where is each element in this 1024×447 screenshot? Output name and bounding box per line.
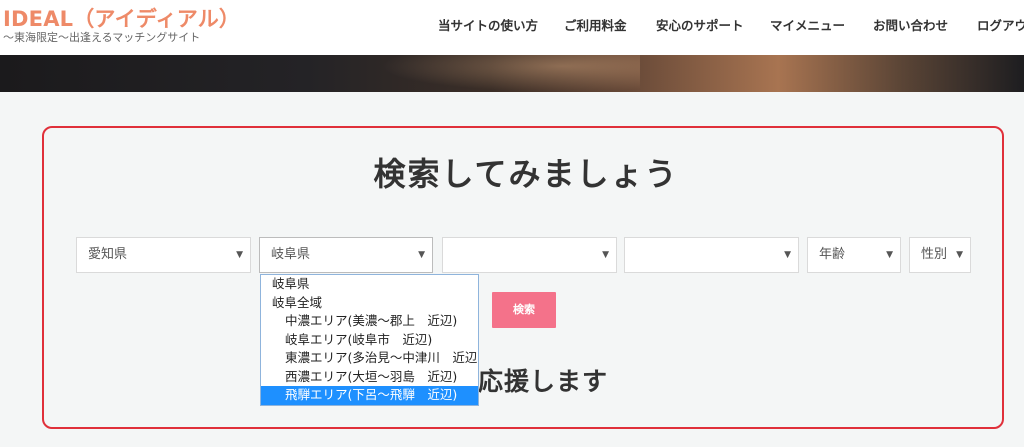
chevron-down-icon: ▼ (418, 250, 425, 260)
area-dropdown-list[interactable]: 岐阜県 岐阜全域 中濃エリア(美濃〜郡上 近辺) 岐阜エリア(岐阜市 近辺) 東… (260, 274, 479, 406)
chevron-down-icon: ▼ (236, 250, 243, 260)
area-option-gifu-city[interactable]: 岐阜エリア(岐阜市 近辺) (261, 331, 478, 350)
area-select[interactable]: 岐阜県 ▼ (259, 237, 433, 273)
sex-select[interactable]: 性別 ▼ (909, 237, 971, 273)
hero-image (0, 55, 1024, 92)
area-option-hida[interactable]: 飛騨エリア(下呂〜飛騨 近辺) (261, 386, 478, 405)
area-option-chuno[interactable]: 中濃エリア(美濃〜郡上 近辺) (261, 312, 478, 331)
nav-how-to-use[interactable]: 当サイトの使い方 (438, 15, 564, 34)
search-title: 検索してみましょう (373, 155, 679, 193)
area-select-value: 岐阜県 (271, 247, 311, 262)
search-button[interactable]: 検索 (492, 292, 556, 328)
age-select-value: 年齢 (819, 247, 846, 262)
chevron-down-icon: ▼ (886, 250, 893, 260)
nav-my-menu[interactable]: マイメニュー (770, 15, 873, 34)
prefecture-select-value: 愛知県 (88, 247, 128, 262)
city-select[interactable]: ▼ (442, 237, 617, 273)
area-option-gifu-all[interactable]: 岐阜全域 (261, 294, 478, 313)
nav-support[interactable]: 安心のサポート (656, 15, 770, 34)
nav-contact[interactable]: お問い合わせ (873, 15, 977, 34)
prefecture-select[interactable]: 愛知県 ▼ (76, 237, 251, 273)
main-nav: 当サイトの使い方 ご利用料金 安心のサポート マイメニュー お問い合わせ ログア… (438, 15, 1024, 34)
town-select[interactable]: ▼ (624, 237, 799, 273)
nav-logout[interactable]: ログアウト (977, 15, 1024, 34)
area-option-seino[interactable]: 西濃エリア(大垣〜羽島 近辺) (261, 368, 478, 387)
chevron-down-icon: ▼ (602, 250, 609, 260)
chevron-down-icon: ▼ (784, 250, 791, 260)
chevron-down-icon: ▼ (956, 250, 963, 260)
area-option-gifu-pref[interactable]: 岐阜県 (261, 275, 478, 294)
nav-pricing[interactable]: ご利用料金 (564, 15, 656, 34)
site-header: IDEAL（アイディアル） 〜東海限定〜出逢えるマッチングサイト 当サイトの使い… (0, 0, 1024, 55)
area-option-tono[interactable]: 東濃エリア(多治見〜中津川 近辺) (261, 349, 478, 368)
support-message: なたを応援します (400, 367, 609, 396)
age-select[interactable]: 年齢 ▼ (807, 237, 901, 273)
site-tagline: 〜東海限定〜出逢えるマッチングサイト (3, 31, 201, 44)
sex-select-value: 性別 (921, 247, 948, 262)
